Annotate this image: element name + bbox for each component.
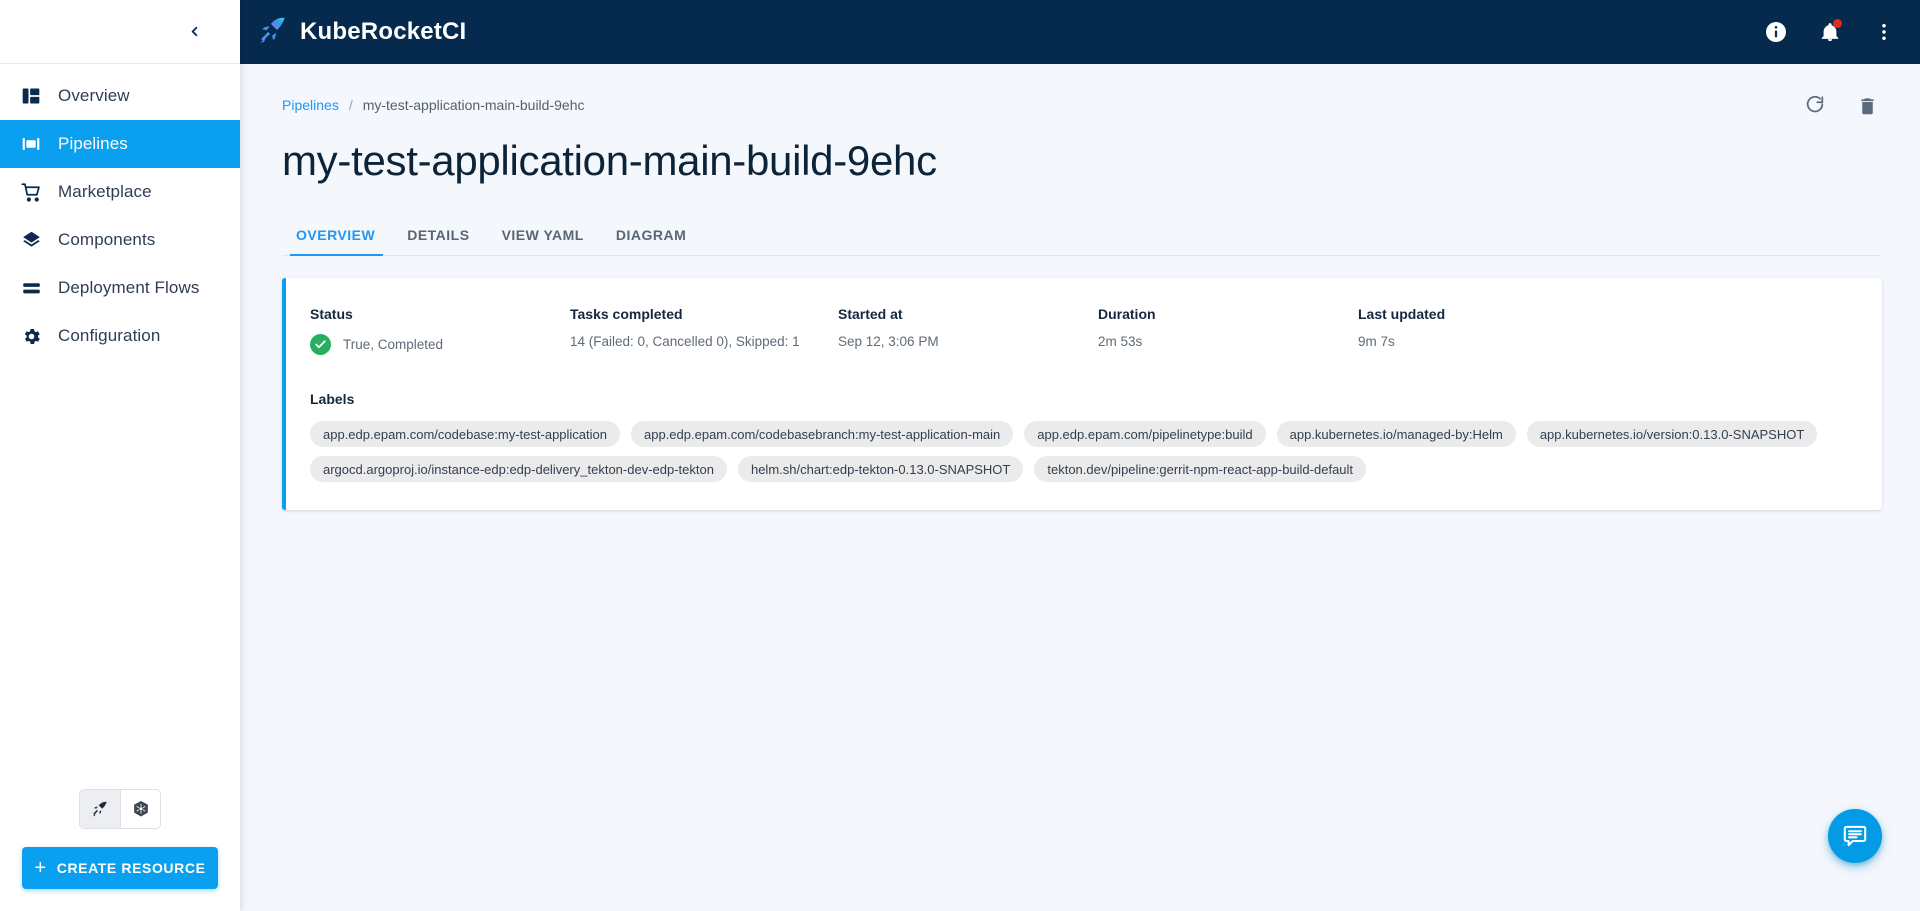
summary-fields-row: Status True, Completed Tasks completed 1… bbox=[310, 306, 1856, 356]
breadcrumb-current: my-test-application-main-build-9ehc bbox=[362, 97, 585, 113]
chat-bubble-icon[interactable] bbox=[1828, 809, 1882, 863]
rocket-logo-icon bbox=[258, 15, 288, 50]
tab-details[interactable]: DETAILS bbox=[391, 227, 485, 255]
sidebar-item-deployment-flows[interactable]: Deployment Flows bbox=[0, 264, 240, 312]
gear-icon bbox=[14, 326, 48, 347]
breadcrumb-parent-link[interactable]: Pipelines bbox=[282, 97, 339, 113]
page-title: my-test-application-main-build-9ehc bbox=[282, 137, 937, 184]
sidebar-item-label: Overview bbox=[58, 86, 130, 105]
label-chip: app.kubernetes.io/version:0.13.0-SNAPSHO… bbox=[1526, 421, 1818, 448]
field-label: Tasks completed bbox=[570, 306, 683, 323]
sidebar-item-label: Components bbox=[58, 230, 156, 249]
main-content: Pipelines / my-test-application-main-bui… bbox=[240, 64, 1920, 911]
field-value: 14 (Failed: 0, Cancelled 0), Skipped: 1 bbox=[570, 334, 800, 350]
labels-list: app.edp.epam.com/codebase:my-test-applic… bbox=[310, 421, 1830, 483]
status-text: True, Completed bbox=[343, 337, 444, 353]
field-label: Started at bbox=[838, 306, 903, 323]
label-chip: app.edp.epam.com/codebasebranch:my-test-… bbox=[631, 421, 1014, 448]
check-circle-icon bbox=[310, 334, 331, 356]
breadcrumb-separator: / bbox=[348, 97, 353, 113]
pipeline-summary-card: Status True, Completed Tasks completed 1… bbox=[282, 278, 1882, 511]
bell-icon[interactable] bbox=[1816, 18, 1844, 46]
topbar-actions bbox=[1762, 18, 1898, 46]
top-app-bar: KubeRocketCI bbox=[240, 0, 1920, 64]
create-resource-label: CREATE RESOURCE bbox=[56, 860, 206, 876]
sidebar-header bbox=[0, 0, 240, 64]
sidebar-item-marketplace[interactable]: Marketplace bbox=[0, 168, 240, 216]
layers-icon bbox=[14, 230, 48, 251]
labels-section: Labels app.edp.epam.com/codebase:my-test… bbox=[310, 391, 1856, 483]
sidebar-item-overview[interactable]: Overview bbox=[0, 72, 240, 120]
stack-lines-icon bbox=[14, 278, 48, 299]
notification-badge bbox=[1833, 19, 1842, 28]
brand-name: KubeRocketCI bbox=[300, 18, 467, 45]
page-actions bbox=[1802, 92, 1880, 118]
sidebar-nav: Overview Pipelines Marketplace Component… bbox=[0, 64, 240, 789]
label-chip: tekton.dev/pipeline:gerrit-npm-react-app… bbox=[1034, 456, 1367, 483]
field-label: Status bbox=[310, 306, 353, 323]
cart-icon bbox=[14, 182, 48, 203]
kubernetes-icon[interactable] bbox=[120, 790, 160, 828]
label-chip: app.edp.epam.com/pipelinetype:build bbox=[1024, 421, 1266, 448]
label-chip: app.edp.epam.com/codebase:my-test-applic… bbox=[310, 421, 620, 448]
field-tasks-completed: Tasks completed 14 (Failed: 0, Cancelled… bbox=[570, 306, 838, 355]
mode-toggle-group bbox=[22, 789, 218, 829]
tab-overview[interactable]: OVERVIEW bbox=[282, 227, 391, 257]
field-status: Status True, Completed bbox=[310, 306, 570, 356]
field-value: 2m 53s bbox=[1098, 334, 1143, 350]
sidebar-item-configuration[interactable]: Configuration bbox=[0, 312, 240, 360]
sidebar-item-label: Marketplace bbox=[58, 182, 152, 201]
field-last-updated: Last updated 9m 7s bbox=[1358, 306, 1618, 355]
field-started-at: Started at Sep 12, 3:06 PM bbox=[838, 306, 1098, 355]
sidebar-item-label: Deployment Flows bbox=[58, 278, 200, 297]
field-label: Duration bbox=[1098, 306, 1156, 323]
sidebar-item-label: Configuration bbox=[58, 326, 161, 345]
brand[interactable]: KubeRocketCI bbox=[258, 15, 466, 50]
labels-title: Labels bbox=[310, 391, 355, 408]
tab-bar: OVERVIEW DETAILS VIEW YAML DIAGRAM bbox=[282, 214, 1880, 257]
create-resource-button[interactable]: + CREATE RESOURCE bbox=[22, 847, 218, 889]
label-chip: helm.sh/chart:edp-tekton-0.13.0-SNAPSHOT bbox=[737, 456, 1024, 483]
sidebar-item-components[interactable]: Components bbox=[0, 216, 240, 264]
tab-diagram[interactable]: DIAGRAM bbox=[600, 227, 702, 255]
label-chip: app.kubernetes.io/managed-by:Helm bbox=[1276, 421, 1516, 448]
kebab-menu-icon[interactable] bbox=[1870, 18, 1898, 46]
status-badge: True, Completed bbox=[310, 334, 570, 356]
field-value: Sep 12, 3:06 PM bbox=[838, 334, 939, 350]
refresh-icon[interactable] bbox=[1802, 92, 1828, 118]
field-value: 9m 7s bbox=[1358, 334, 1395, 350]
plus-icon: + bbox=[34, 857, 47, 879]
rocket-icon[interactable] bbox=[80, 790, 120, 828]
field-duration: Duration 2m 53s bbox=[1098, 306, 1358, 355]
sidebar-item-pipelines[interactable]: Pipelines bbox=[0, 120, 240, 168]
dashboard-icon bbox=[14, 86, 48, 106]
trash-icon[interactable] bbox=[1854, 92, 1880, 118]
field-label: Last updated bbox=[1358, 306, 1446, 323]
tab-view-yaml[interactable]: VIEW YAML bbox=[486, 227, 600, 255]
sidebar-footer: + CREATE RESOURCE bbox=[0, 789, 240, 911]
app-root: Overview Pipelines Marketplace Component… bbox=[0, 0, 1920, 911]
pipelines-icon bbox=[14, 134, 48, 154]
breadcrumb: Pipelines / my-test-application-main-bui… bbox=[282, 92, 1880, 118]
label-chip: argocd.argoproj.io/instance-edp:edp-deli… bbox=[310, 456, 727, 483]
info-circle-icon[interactable] bbox=[1762, 18, 1790, 46]
sidebar-item-label: Pipelines bbox=[58, 134, 128, 153]
sidebar: Overview Pipelines Marketplace Component… bbox=[0, 0, 240, 911]
chevron-left-icon[interactable] bbox=[180, 18, 208, 46]
